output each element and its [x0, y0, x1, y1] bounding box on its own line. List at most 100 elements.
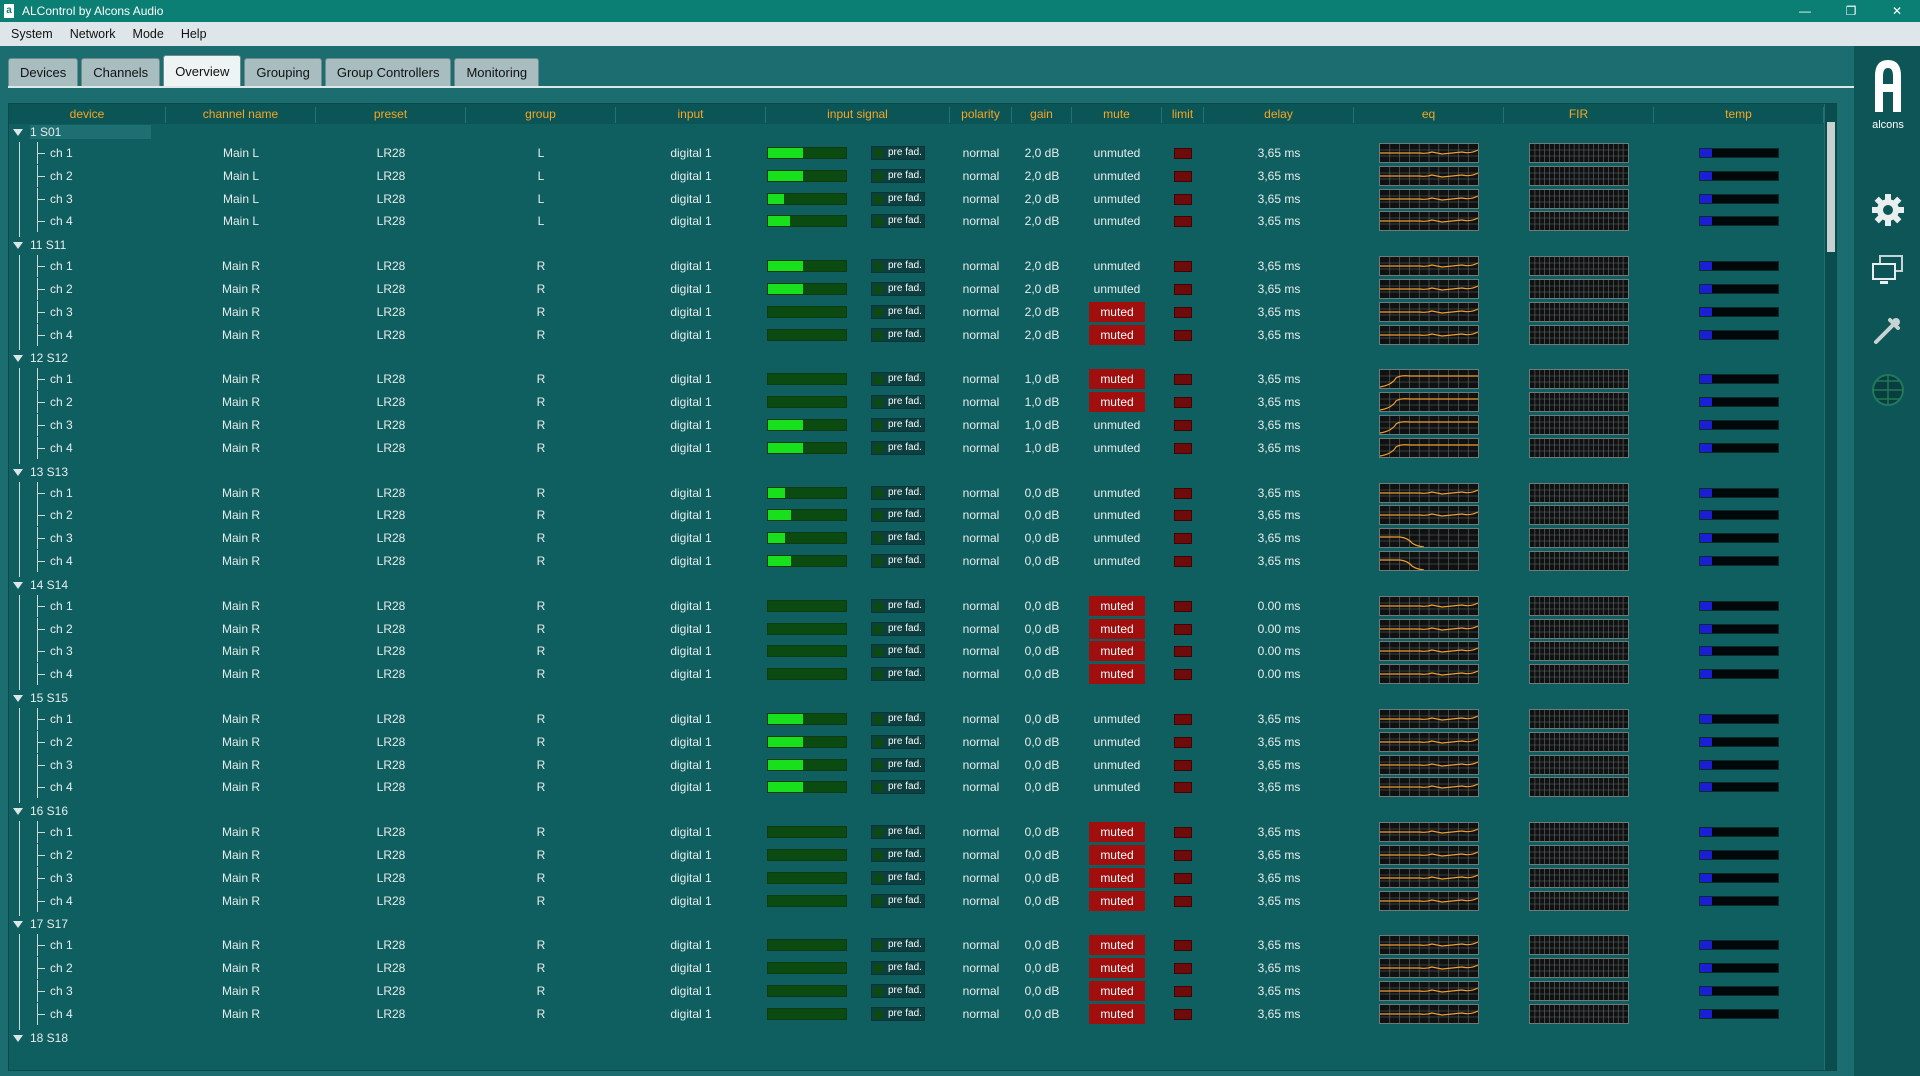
mute-toggle-muted[interactable]: muted: [1089, 301, 1145, 322]
group-value[interactable]: R: [466, 1007, 616, 1021]
channel-name[interactable]: Main R: [166, 531, 316, 545]
polarity-value[interactable]: normal: [950, 758, 1012, 772]
eq-preview[interactable]: [1379, 188, 1479, 209]
gain-value[interactable]: 0,0 dB: [1012, 644, 1072, 658]
input-value[interactable]: digital 1: [616, 622, 766, 636]
delay-value[interactable]: 3,65 ms: [1204, 328, 1354, 342]
fir-preview[interactable]: [1529, 415, 1629, 435]
mute-toggle-muted[interactable]: muted: [1089, 664, 1145, 685]
polarity-value[interactable]: normal: [950, 508, 1012, 522]
preset-value[interactable]: LR28: [316, 712, 466, 726]
gain-value[interactable]: 2,0 dB: [1012, 146, 1072, 160]
pre-fader-indicator[interactable]: pre fad.: [871, 757, 925, 772]
polarity-value[interactable]: normal: [950, 441, 1012, 455]
table-row[interactable]: ch 4 Main R LR28 Rdigital 1 pre fad. normal 0,…: [9, 889, 1825, 917]
polarity-value[interactable]: normal: [950, 146, 1012, 160]
channel-name[interactable]: Main R: [166, 961, 316, 975]
input-value[interactable]: digital 1: [616, 712, 766, 726]
tab-channels[interactable]: Channels: [81, 58, 161, 86]
input-value[interactable]: digital 1: [616, 984, 766, 998]
input-value[interactable]: digital 1: [616, 508, 766, 522]
eq-preview[interactable]: [1379, 211, 1479, 232]
input-value[interactable]: digital 1: [616, 848, 766, 862]
col-group[interactable]: group: [466, 107, 616, 123]
pre-fader-indicator[interactable]: pre fad.: [871, 598, 925, 613]
mute-toggle[interactable]: unmuted: [1072, 780, 1162, 794]
delay-value[interactable]: 3,65 ms: [1204, 169, 1354, 183]
polarity-value[interactable]: normal: [950, 712, 1012, 726]
mute-toggle[interactable]: unmuted: [1072, 486, 1162, 500]
col-input[interactable]: input: [616, 107, 766, 123]
delay-value[interactable]: 3,65 ms: [1204, 758, 1354, 772]
gain-value[interactable]: 0,0 dB: [1012, 508, 1072, 522]
fir-preview[interactable]: [1529, 1003, 1629, 1024]
gain-value[interactable]: 2,0 dB: [1012, 192, 1072, 206]
eq-preview[interactable]: [1379, 369, 1479, 390]
input-value[interactable]: digital 1: [616, 938, 766, 952]
col-device[interactable]: device: [9, 107, 166, 123]
delay-value[interactable]: 3,65 ms: [1204, 712, 1354, 726]
pre-fader-indicator[interactable]: pre fad.: [871, 418, 925, 432]
table-row[interactable]: ch 4 Main R LR28 Rdigital 1 pre fad. normal 0,…: [9, 663, 1825, 690]
mute-toggle-muted[interactable]: muted: [1089, 822, 1145, 843]
pre-fader-indicator[interactable]: pre fad.: [871, 667, 925, 682]
preset-value[interactable]: LR28: [316, 531, 466, 545]
group-value[interactable]: R: [466, 395, 616, 409]
preset-value[interactable]: LR28: [316, 282, 466, 296]
fir-preview[interactable]: [1529, 324, 1629, 345]
group-value[interactable]: R: [466, 328, 616, 342]
polarity-value[interactable]: normal: [950, 961, 1012, 975]
delay-value[interactable]: 3,65 ms: [1204, 780, 1354, 794]
delay-value[interactable]: 3,65 ms: [1204, 554, 1354, 568]
mute-toggle-muted[interactable]: muted: [1089, 958, 1145, 979]
network-computers-icon[interactable]: [1870, 252, 1906, 288]
preset-value[interactable]: LR28: [316, 395, 466, 409]
input-value[interactable]: digital 1: [616, 780, 766, 794]
mute-toggle-muted[interactable]: muted: [1089, 641, 1145, 662]
polarity-value[interactable]: normal: [950, 1007, 1012, 1021]
group-value[interactable]: R: [466, 599, 616, 613]
device-row[interactable]: 18 S18: [9, 1030, 1825, 1048]
fir-preview[interactable]: [1529, 528, 1629, 549]
col-eq[interactable]: eq: [1354, 107, 1504, 123]
table-row[interactable]: ch 3 Main R LR28 Rdigital 1 pre fad. normal 0,…: [9, 753, 1825, 777]
device-row[interactable]: 15 S15: [9, 690, 1825, 708]
fir-preview[interactable]: [1529, 437, 1629, 458]
channel-name[interactable]: Main R: [166, 1007, 316, 1021]
mute-toggle-muted[interactable]: muted: [1089, 890, 1145, 911]
mute-toggle[interactable]: unmuted: [1072, 441, 1162, 455]
polarity-value[interactable]: normal: [950, 486, 1012, 500]
channel-name[interactable]: Main L: [166, 214, 316, 228]
table-row[interactable]: ch 2 Main R LR28 Rdigital 1 pre fad. normal 2,…: [9, 278, 1825, 301]
polarity-value[interactable]: normal: [950, 372, 1012, 386]
eq-preview[interactable]: [1379, 981, 1479, 1001]
eq-preview[interactable]: [1379, 890, 1479, 911]
polarity-value[interactable]: normal: [950, 395, 1012, 409]
menu-help[interactable]: Help: [175, 27, 213, 41]
pre-fader-indicator[interactable]: pre fad.: [871, 644, 925, 659]
input-value[interactable]: digital 1: [616, 146, 766, 160]
pre-fader-indicator[interactable]: pre fad.: [871, 508, 925, 523]
fir-preview[interactable]: [1529, 641, 1629, 662]
fir-preview[interactable]: [1529, 845, 1629, 865]
eq-preview[interactable]: [1379, 777, 1479, 798]
mute-toggle[interactable]: unmuted: [1072, 554, 1162, 568]
table-row[interactable]: ch 2 Main R LR28 Rdigital 1 pre fad. normal 0,…: [9, 844, 1825, 867]
fir-preview[interactable]: [1529, 709, 1629, 729]
input-value[interactable]: digital 1: [616, 735, 766, 749]
polarity-value[interactable]: normal: [950, 938, 1012, 952]
eq-preview[interactable]: [1379, 143, 1479, 163]
pre-fader-indicator[interactable]: pre fad.: [871, 395, 925, 410]
eq-preview[interactable]: [1379, 505, 1479, 526]
polarity-value[interactable]: normal: [950, 418, 1012, 432]
group-value[interactable]: R: [466, 984, 616, 998]
group-value[interactable]: R: [466, 758, 616, 772]
channel-name[interactable]: Main R: [166, 554, 316, 568]
mute-toggle[interactable]: unmuted: [1072, 508, 1162, 522]
group-value[interactable]: R: [466, 305, 616, 319]
fir-preview[interactable]: [1529, 143, 1629, 163]
expand-arrow-icon[interactable]: [13, 129, 23, 136]
gain-value[interactable]: 0,0 dB: [1012, 735, 1072, 749]
delay-value[interactable]: 3,65 ms: [1204, 508, 1354, 522]
gain-value[interactable]: 2,0 dB: [1012, 214, 1072, 228]
